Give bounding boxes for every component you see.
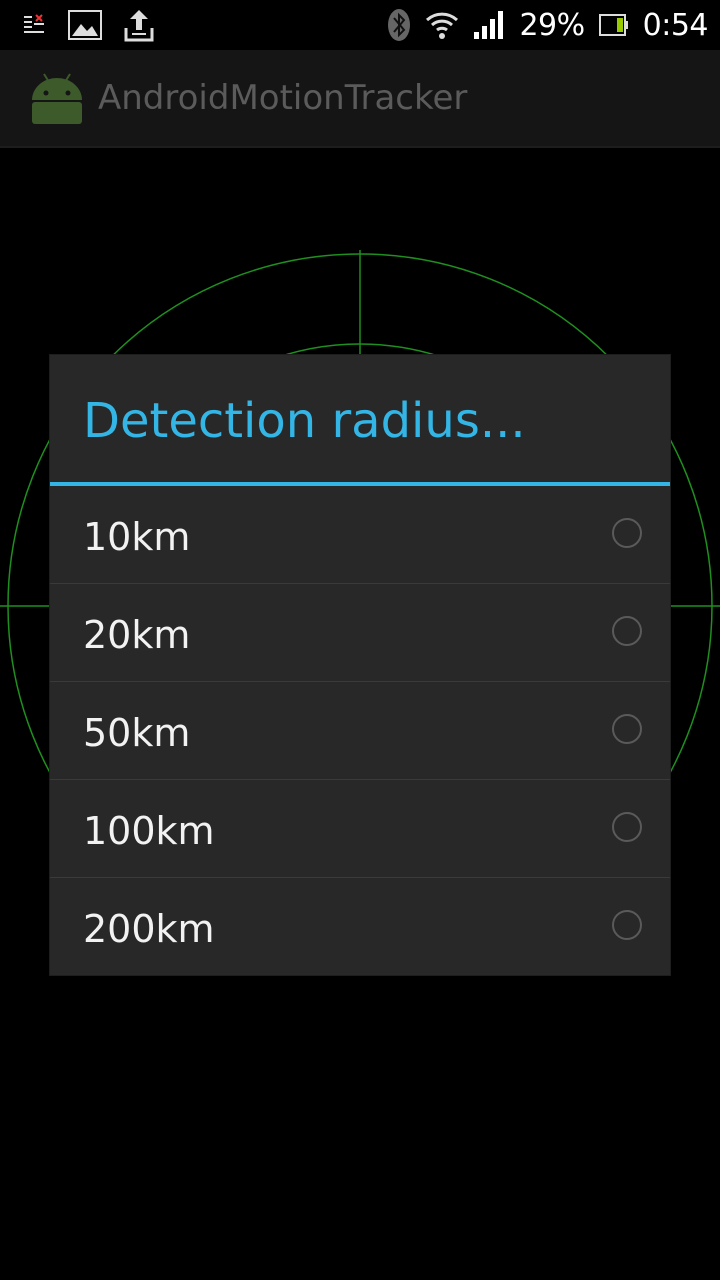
radius-option-10km[interactable]: 10km	[50, 486, 670, 584]
radio-button[interactable]	[612, 714, 642, 744]
action-bar: AndroidMotionTracker	[0, 50, 720, 148]
gallery-icon	[68, 10, 102, 40]
dialog-title: Detection radius...	[83, 393, 526, 449]
battery-icon	[598, 14, 629, 36]
option-label: 10km	[83, 515, 191, 559]
option-label: 20km	[83, 613, 191, 657]
clock: 0:54	[642, 7, 709, 43]
app-title: AndroidMotionTracker	[98, 78, 468, 118]
signal-icon	[473, 10, 505, 40]
radius-option-50km[interactable]: 50km	[50, 682, 670, 780]
detection-radius-dialog: Detection radius... 10km 20km 50km 100km…	[50, 355, 670, 975]
bluetooth-icon	[387, 8, 411, 42]
option-label: 200km	[83, 907, 215, 951]
upload-icon	[124, 8, 154, 42]
radio-button[interactable]	[612, 910, 642, 940]
battery-percent: 29%	[519, 7, 585, 43]
radius-option-100km[interactable]: 100km	[50, 780, 670, 878]
radio-button[interactable]	[612, 616, 642, 646]
wifi-icon	[425, 10, 459, 40]
option-label: 50km	[83, 711, 191, 755]
radio-button[interactable]	[612, 812, 642, 842]
radius-option-20km[interactable]: 20km	[50, 584, 670, 682]
notification-icon	[22, 13, 46, 37]
status-bar: 29% 0:54	[0, 0, 720, 50]
android-icon[interactable]	[28, 70, 86, 128]
radius-option-200km[interactable]: 200km	[50, 878, 670, 975]
option-label: 100km	[83, 809, 215, 853]
radius-options-list: 10km 20km 50km 100km 200km	[50, 486, 670, 975]
radio-button[interactable]	[612, 518, 642, 548]
